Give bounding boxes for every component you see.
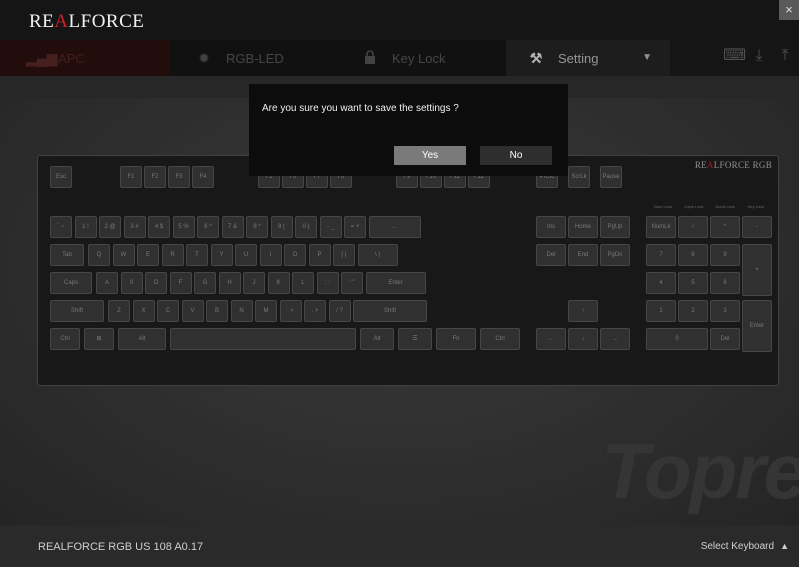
yes-button[interactable]: Yes — [394, 146, 466, 165]
app-window: REALFORCE × ▂▄▆ APC ✹ RGB-LED Key Lock ⚒… — [0, 0, 799, 567]
dialog-message: Are you sure you want to save the settin… — [262, 103, 459, 114]
close-button[interactable]: × — [779, 0, 799, 20]
status-bar: REALFORCE RGB US 108 A0.17 Select Keyboa… — [0, 525, 799, 567]
keyboard-model-label: REALFORCE RGB US 108 A0.17 — [38, 541, 204, 553]
save-confirm-dialog: Are you sure you want to save the settin… — [249, 84, 568, 176]
realforce-logo: REALFORCE — [29, 11, 145, 32]
no-button[interactable]: No — [480, 146, 552, 165]
select-keyboard-button[interactable]: Select Keyboard ▲ — [701, 541, 789, 552]
title-bar: REALFORCE × — [0, 0, 799, 40]
caret-up-icon: ▲ — [780, 541, 789, 551]
